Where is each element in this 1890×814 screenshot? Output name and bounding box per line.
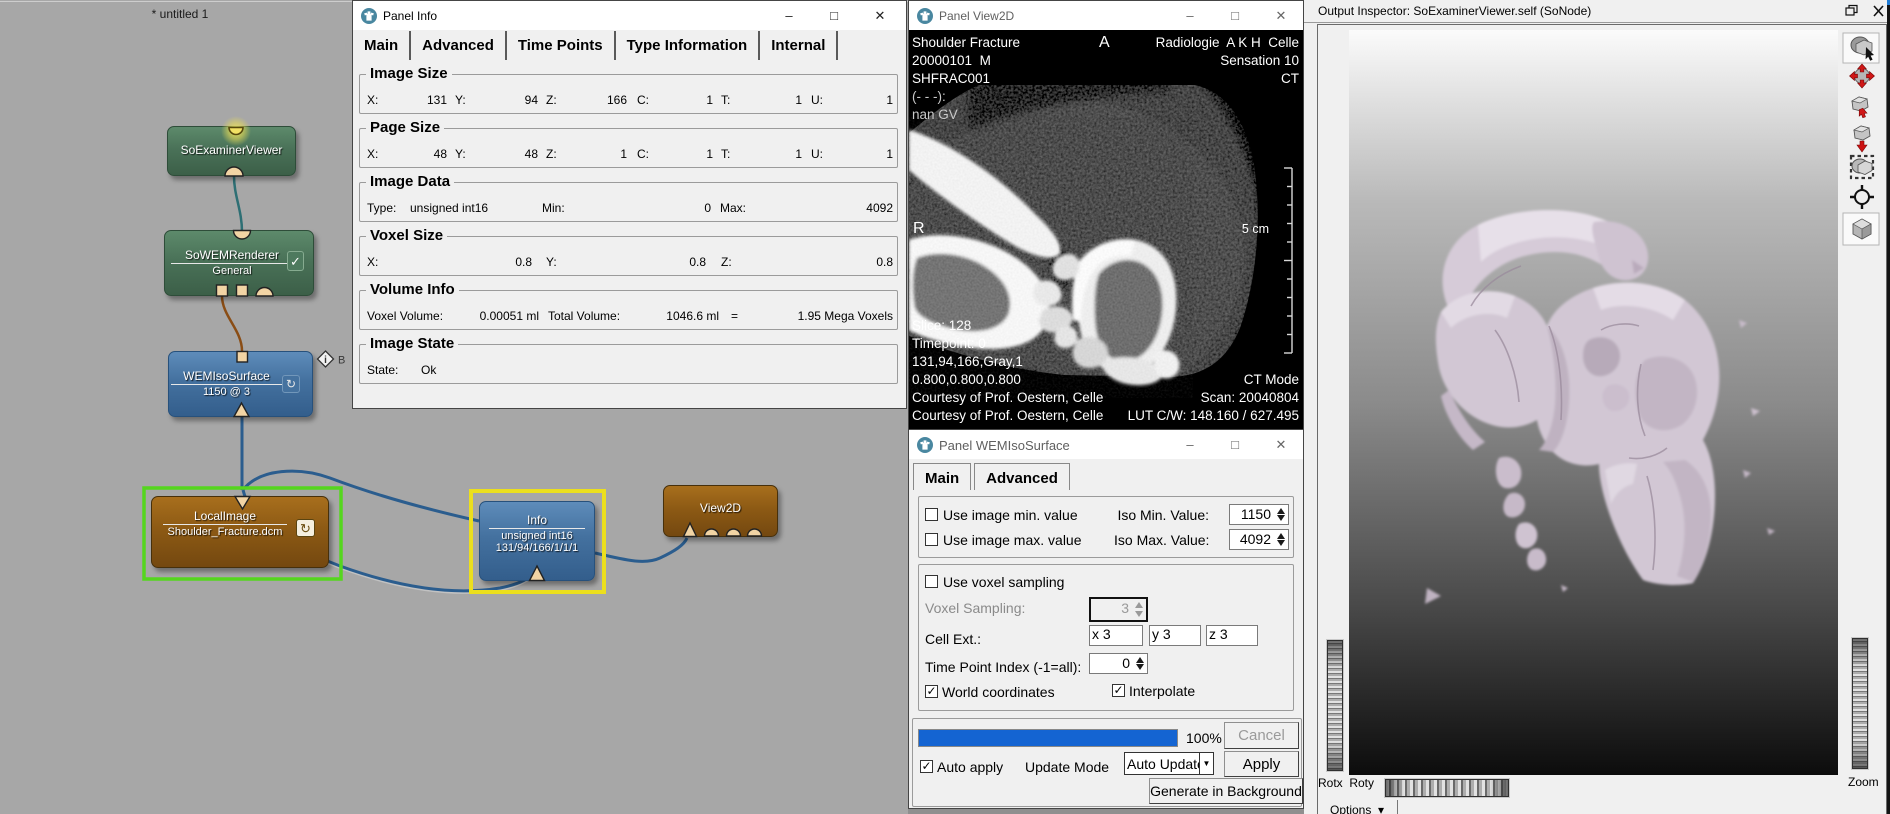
svg-text:i: i (324, 355, 327, 366)
svg-text:B: B (338, 355, 345, 367)
